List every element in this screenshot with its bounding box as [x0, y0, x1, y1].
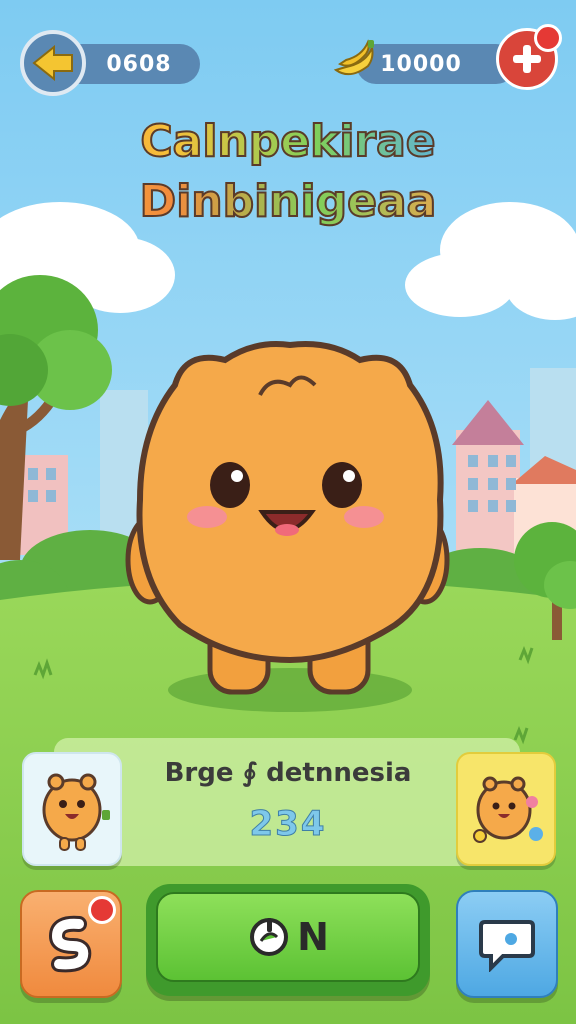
character-card-right[interactable] [456, 752, 556, 866]
chat-button[interactable] [456, 890, 558, 998]
main-action-button-face: N [156, 892, 420, 982]
notification-badge-top [534, 24, 562, 52]
back-button[interactable] [20, 30, 86, 96]
game-title-line2: Dinbinigeaa [0, 175, 576, 228]
character-thumbnail-icon [473, 776, 543, 843]
main-action-button[interactable]: N [146, 884, 430, 996]
left-counter-value: 0608 [106, 51, 172, 77]
notification-badge-left [88, 896, 116, 924]
banana-icon [330, 36, 380, 86]
currency-value: 10000 [380, 51, 462, 77]
main-action-label: N [297, 915, 329, 959]
info-title: Brge ∮ detnnesia [164, 758, 412, 788]
snake-icon [48, 915, 92, 973]
chat-bubble-icon [479, 920, 535, 972]
power-icon [250, 918, 289, 956]
game-title-line1: Calnpekirae [0, 115, 576, 168]
currency-pill: 10000 [356, 44, 516, 84]
info-count: 234 [249, 804, 327, 845]
arrow-left-icon [32, 45, 73, 81]
